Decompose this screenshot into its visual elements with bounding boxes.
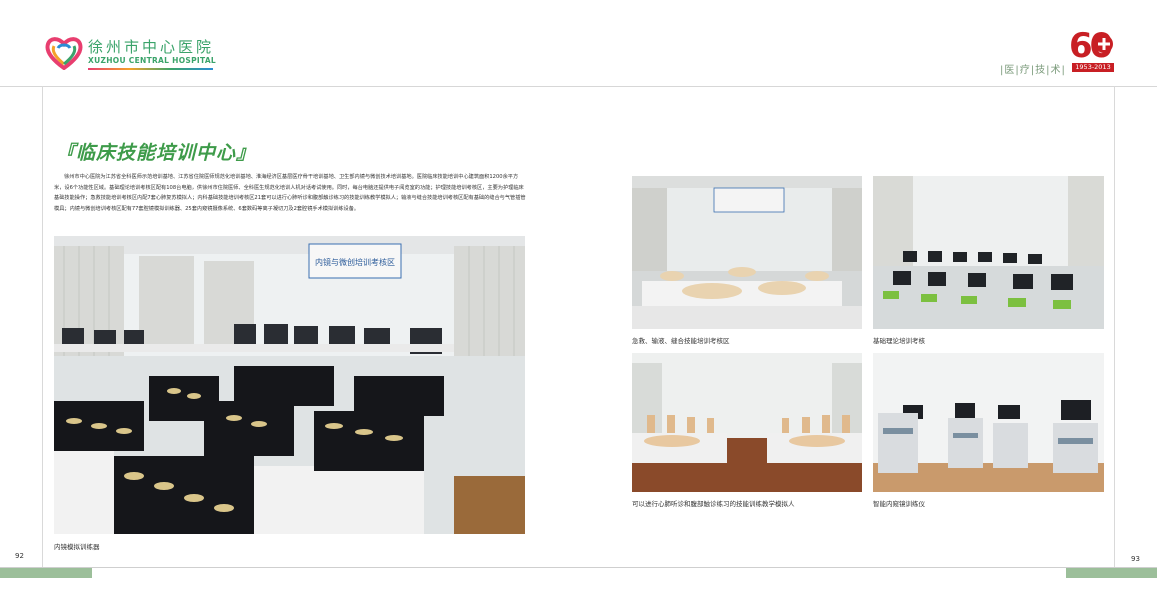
anniversary-60-logo: 60 — [1070, 26, 1116, 62]
page-title: 『临床技能培训中心』 — [56, 142, 257, 164]
main-photo-endoscope-trainers: 内镜与微创培训考核区 — [54, 236, 525, 534]
main-photo-sign: 内镜与微创培训考核区 — [315, 257, 395, 267]
photo-caption-3: 可以进行心肺听诊和腹部触诊练习的技能训练教学模拟人 — [632, 500, 795, 508]
main-photo-caption: 内镜模拟训练器 — [54, 543, 100, 551]
hospital-name-cn: 徐州市中心医院 — [88, 38, 215, 56]
page-number-right: 93 — [1131, 555, 1140, 563]
left-margin-line — [42, 86, 43, 568]
training-room-illustration: 内镜与微创培训考核区 — [54, 236, 525, 534]
anniversary-years: 1953-2013 — [1072, 63, 1114, 72]
footer-divider — [0, 567, 1157, 568]
footer-bar-right — [1066, 568, 1157, 578]
photo-caption-1: 急救、输液、缝合技能培训考核区 — [632, 337, 730, 345]
hospital-name-en: XUZHOU CENTRAL HOSPITAL — [88, 56, 217, 65]
right-margin-line — [1114, 86, 1115, 568]
body-paragraph: 徐州市中心医院为江苏省全科医师示范培训基地、江苏省住院医师规范化培训基地、淮海经… — [54, 174, 526, 212]
hospital-logo-icon — [45, 37, 83, 70]
photo-caption-4: 智能内窥镜训练仪 — [873, 500, 925, 508]
photo-caption-2: 基础理论培训考核 — [873, 337, 925, 345]
logo-underline — [88, 68, 213, 70]
section-tag: |医|疗|技|术| — [1000, 65, 1066, 76]
header-divider — [0, 86, 1157, 87]
photo-emergency-skills-area — [632, 176, 862, 329]
footer-bar-left — [0, 568, 92, 578]
photo-endoscope-simulator — [873, 353, 1104, 492]
photo-training-mannequins — [632, 353, 862, 492]
photo-computer-lab — [873, 176, 1104, 329]
page-number-left: 92 — [15, 552, 24, 560]
